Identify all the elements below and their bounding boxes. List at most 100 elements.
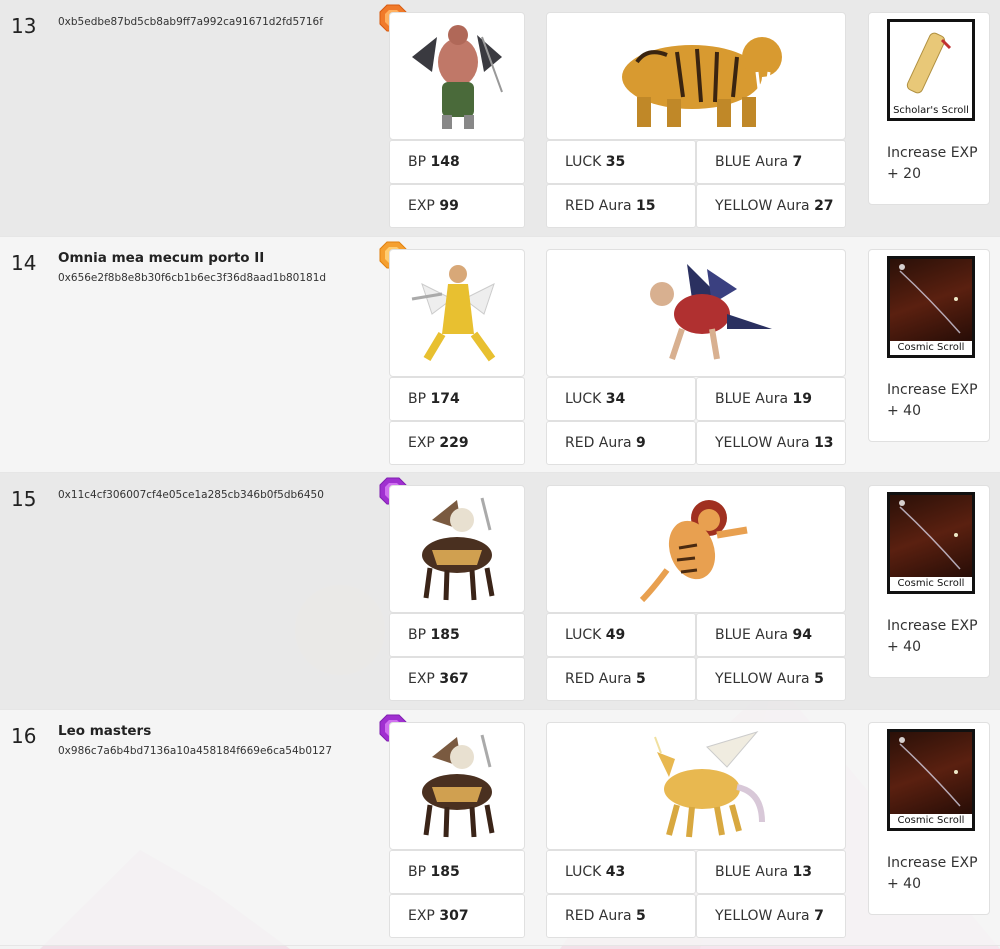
- yellow-aura-label: YELLOW Aura: [715, 671, 810, 687]
- fighter-card[interactable]: [389, 485, 525, 613]
- red-aura-label: RED Aura: [565, 907, 632, 924]
- wallet-address[interactable]: 0x656e2f8b8e8b30f6cb1b6ec3f36d8aad1b8018…: [58, 272, 326, 284]
- exp-label: EXP: [408, 907, 435, 924]
- fighter-image: [422, 497, 495, 601]
- fighter-image: [412, 25, 503, 129]
- wallet-address[interactable]: 0x986c7a6b4bd7136a10a458184f669e6ca54b01…: [58, 745, 332, 757]
- fighter-card[interactable]: [389, 248, 525, 377]
- bp-value: 185: [430, 627, 460, 643]
- red-aura-label: RED Aura: [565, 198, 632, 214]
- luck-label: LUCK: [565, 627, 602, 643]
- rank-number: 15: [11, 487, 37, 511]
- scroll-name: Cosmic Scroll: [890, 577, 972, 591]
- fighter-image: [411, 264, 496, 361]
- team-name: Leo masters: [58, 722, 152, 739]
- blue-aura-value: 19: [792, 390, 812, 407]
- bp-stat: BP 174: [389, 376, 525, 421]
- fighter-card[interactable]: [389, 12, 525, 140]
- exp-value: 307: [439, 907, 469, 924]
- blue-aura-stat: BLUE Aura 19: [696, 376, 846, 421]
- red-aura-label: RED Aura: [565, 434, 632, 451]
- exp-value: 367: [439, 671, 469, 687]
- blue-aura-label: BLUE Aura: [715, 863, 789, 880]
- exp-stat: EXP 307: [389, 893, 525, 938]
- yellow-aura-stat: YELLOW Aura 7: [696, 893, 846, 938]
- leaderboard-row[interactable]: 13 0xb5edbe87bd5cb8ab9ff7a992ca91671d2fd…: [0, 0, 1000, 237]
- scroll-card[interactable]: Cosmic Scroll Increase EXP + 40: [868, 721, 990, 915]
- scroll-card[interactable]: Cosmic Scroll Increase EXP + 40: [868, 248, 990, 442]
- yellow-aura-value: 13: [814, 434, 834, 451]
- bp-label: BP: [408, 627, 427, 643]
- bp-stat: BP 148: [389, 140, 525, 184]
- yellow-aura-stat: YELLOW Aura 13: [696, 420, 846, 465]
- scroll-name: Cosmic Scroll: [890, 813, 972, 828]
- yellow-aura-stat: YELLOW Aura 27: [696, 184, 846, 228]
- leaderboard-row[interactable]: 15 0x11c4cf306007cf4e05ce1a285cb346b0f5d…: [0, 473, 1000, 710]
- red-aura-value: 5: [636, 671, 646, 687]
- yellow-aura-stat: YELLOW Aura 5: [696, 657, 846, 701]
- red-aura-stat: RED Aura 5: [546, 893, 696, 938]
- beast-image: [622, 37, 782, 127]
- red-aura-stat: RED Aura 9: [546, 420, 696, 465]
- scroll-effect: Increase EXP + 40: [887, 618, 978, 655]
- rank-number: 14: [11, 250, 37, 275]
- exp-label: EXP: [408, 671, 435, 687]
- scroll-effect: Increase EXP + 20: [887, 145, 978, 182]
- yellow-aura-value: 5: [814, 671, 824, 687]
- exp-stat: EXP 229: [389, 420, 525, 465]
- blue-aura-stat: BLUE Aura 13: [696, 849, 846, 894]
- luck-stat: LUCK 49: [546, 613, 696, 657]
- beast-card[interactable]: [546, 721, 846, 850]
- leaderboard-row[interactable]: 16 Leo masters 0x986c7a6b4bd7136a10a4581…: [0, 709, 1000, 946]
- exp-stat: EXP 367: [389, 657, 525, 701]
- luck-value: 35: [605, 154, 626, 170]
- leaderboard-list: 13 0xb5edbe87bd5cb8ab9ff7a992ca91671d2fd…: [0, 0, 1000, 946]
- red-aura-label: RED Aura: [565, 671, 632, 687]
- wallet-address[interactable]: 0x11c4cf306007cf4e05ce1a285cb346b0f5db64…: [58, 489, 324, 501]
- scroll-icon: [906, 32, 952, 94]
- scroll-effect: Increase EXP + 40: [887, 854, 978, 892]
- blue-aura-label: BLUE Aura: [715, 627, 789, 643]
- yellow-aura-label: YELLOW Aura: [715, 907, 810, 924]
- red-aura-stat: RED Aura 15: [546, 184, 696, 228]
- exp-stat: EXP 99: [389, 184, 525, 228]
- bp-value: 148: [430, 154, 460, 170]
- beast-image: [639, 500, 748, 603]
- exp-label: EXP: [408, 434, 435, 451]
- luck-label: LUCK: [565, 154, 602, 170]
- scroll-image: Scholar's Scroll: [887, 19, 975, 121]
- bp-value: 185: [430, 863, 460, 880]
- scroll-name: Cosmic Scroll: [890, 340, 972, 355]
- luck-label: LUCK: [565, 390, 602, 407]
- blue-aura-value: 94: [792, 627, 812, 643]
- rank-number: 13: [11, 14, 37, 38]
- scroll-image: Cosmic Scroll: [887, 492, 975, 594]
- fighter-card[interactable]: [389, 721, 525, 850]
- cosmic-scroll-icon: [899, 736, 961, 806]
- bp-label: BP: [408, 863, 427, 880]
- beast-card[interactable]: [546, 248, 846, 377]
- bp-label: BP: [408, 390, 427, 407]
- wallet-address[interactable]: 0xb5edbe87bd5cb8ab9ff7a992ca91671d2fd571…: [58, 16, 323, 28]
- luck-stat: LUCK 43: [546, 849, 696, 894]
- beast-image: [654, 730, 765, 837]
- leaderboard-row[interactable]: 14 Omnia mea mecum porto II 0x656e2f8b8e…: [0, 236, 1000, 473]
- beast-image: [650, 263, 772, 360]
- exp-value: 99: [439, 198, 459, 214]
- luck-stat: LUCK 34: [546, 376, 696, 421]
- bp-label: BP: [408, 154, 427, 170]
- scroll-card[interactable]: Cosmic Scroll Increase EXP + 40: [868, 485, 990, 678]
- scroll-card[interactable]: Scholar's Scroll Increase EXP + 20: [868, 12, 990, 205]
- blue-aura-stat: BLUE Aura 7: [696, 140, 846, 184]
- red-aura-value: 9: [636, 434, 646, 451]
- fighter-image: [422, 734, 495, 837]
- luck-value: 43: [605, 863, 626, 880]
- team-name: Omnia mea mecum porto II: [58, 249, 265, 266]
- beast-card[interactable]: [546, 485, 846, 613]
- yellow-aura-label: YELLOW Aura: [715, 198, 810, 214]
- beast-card[interactable]: [546, 12, 846, 140]
- blue-aura-value: 13: [792, 863, 812, 880]
- scroll-effect: Increase EXP + 40: [887, 381, 978, 419]
- cosmic-scroll-icon: [899, 263, 961, 333]
- cosmic-scroll-icon: [899, 500, 961, 570]
